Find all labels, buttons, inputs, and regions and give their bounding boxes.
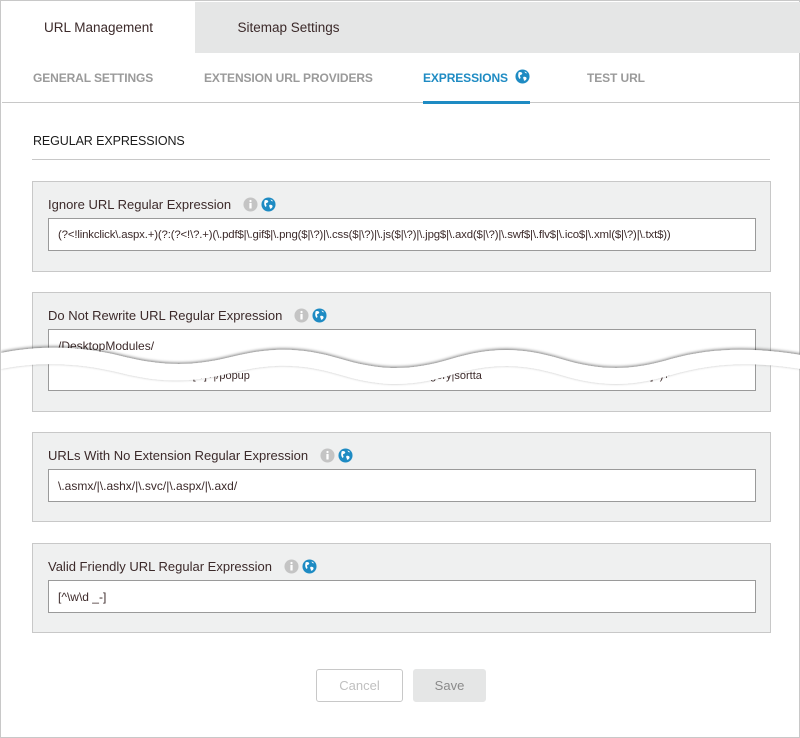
field-label: URLs With No Extension Regular Expressio… [48, 448, 309, 463]
subtab-expressions[interactable]: EXPRESSIONS [423, 53, 530, 104]
valid-friendly-url-regex-input[interactable]: [^\w\d _-] [48, 580, 756, 613]
input-value-fragment: -[^/]+|/popup [189, 370, 250, 382]
field-label: Valid Friendly URL Regular Expression [48, 559, 272, 574]
section-title: REGULAR EXPRESSIONS [33, 134, 185, 148]
info-icon[interactable] [284, 559, 299, 574]
subtab-extension-url-providers[interactable]: EXTENSION URL PROVIDERS [204, 53, 373, 103]
field-label: Ignore URL Regular Expression [48, 197, 232, 212]
do-not-rewrite-regex-input[interactable]: /DesktopModules/ -[^/]+|/popup egory|sor… [48, 329, 756, 391]
globe-icon [261, 197, 276, 212]
subtab-label: TEST URL [587, 71, 645, 85]
info-icon[interactable] [320, 448, 335, 463]
top-tab-bar: URL Management Sitemap Settings [2, 2, 800, 53]
tab-sitemap-settings[interactable]: Sitemap Settings [195, 2, 382, 53]
input-value-fragment: [^/]+)+ [639, 370, 670, 382]
subtab-label: EXTENSION URL PROVIDERS [204, 71, 373, 85]
input-value-fragment: egory|sortta [424, 370, 482, 382]
save-button[interactable]: Save [413, 669, 486, 702]
subtab-label: EXPRESSIONS [423, 71, 508, 85]
subtab-test-url[interactable]: TEST URL [587, 53, 645, 103]
ignore-url-regex-panel: Ignore URL Regular Expression (?<!linkcl… [32, 181, 771, 272]
do-not-rewrite-regex-panel: Do Not Rewrite URL Regular Expression /D… [32, 292, 771, 412]
no-extension-regex-panel: URLs With No Extension Regular Expressio… [32, 432, 771, 522]
info-icon[interactable] [294, 308, 309, 323]
tab-label: URL Management [43, 20, 154, 35]
url-management-window: URL Management Sitemap Settings GENERAL … [0, 0, 800, 738]
info-icon[interactable] [243, 197, 258, 212]
tab-label: Sitemap Settings [237, 20, 340, 35]
cancel-button[interactable]: Cancel [316, 669, 403, 702]
ignore-url-regex-input[interactable]: (?<!linkclick\.aspx.+)(?:(?<!\?.+)(\.pdf… [48, 218, 756, 251]
sub-tab-bar: GENERAL SETTINGS EXTENSION URL PROVIDERS… [2, 53, 800, 104]
globe-icon [515, 69, 530, 87]
field-label: Do Not Rewrite URL Regular Expression [48, 308, 283, 323]
input-value: /DesktopModules/ [58, 339, 155, 353]
section-divider [32, 159, 770, 160]
tab-url-management[interactable]: URL Management [2, 2, 195, 53]
globe-icon [312, 308, 327, 323]
globe-icon [302, 559, 317, 574]
subtab-general-settings[interactable]: GENERAL SETTINGS [33, 53, 153, 103]
subtab-label: GENERAL SETTINGS [33, 71, 154, 85]
valid-friendly-url-regex-panel: Valid Friendly URL Regular Expression [^… [32, 543, 771, 633]
no-extension-regex-input[interactable]: \.asmx/|\.ashx/|\.svc/|\.aspx/|\.axd/ [48, 469, 756, 502]
globe-icon [338, 448, 353, 463]
